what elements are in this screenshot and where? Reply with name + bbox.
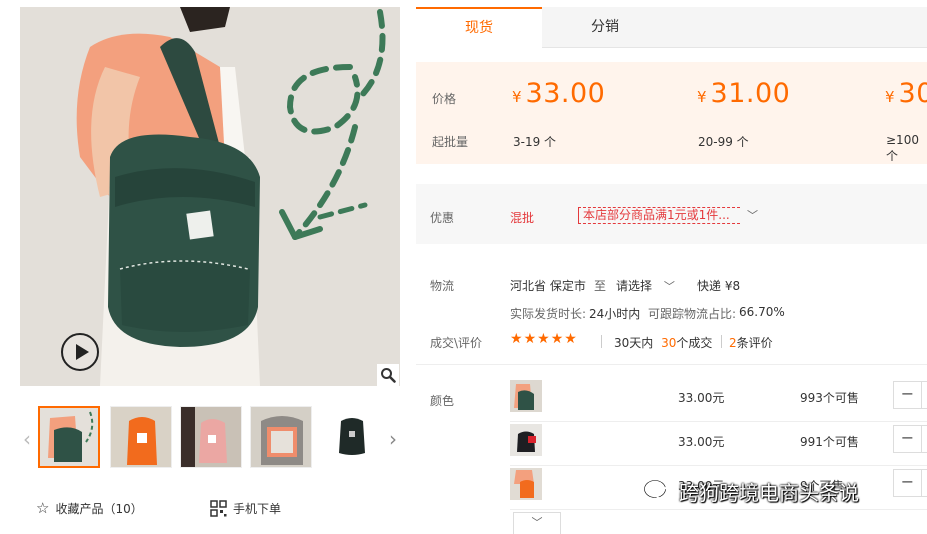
price-label: 价格 — [432, 92, 457, 106]
quantity-stepper: − — [893, 469, 927, 497]
thumbnail-3[interactable] — [180, 406, 242, 468]
thumbnail-5[interactable] — [320, 406, 382, 468]
price-tier-2: ¥ 31.00 — [697, 78, 790, 109]
deals-suffix: 个成交 — [676, 336, 713, 350]
sku-stock: 991个可售 — [800, 435, 859, 449]
star-icon: ★ — [537, 331, 551, 347]
promo-panel: 优惠 混批 本店部分商品满1元或1件... ﹀ — [416, 184, 927, 244]
thumbnail-4[interactable] — [250, 406, 312, 468]
bottom-actions: ☆ 收藏产品（10） 手机下单 — [36, 496, 396, 520]
tab-distribution[interactable]: 分销 — [542, 7, 668, 48]
thumb-next-arrow-icon[interactable]: › — [386, 428, 400, 450]
review-suffix: 条评价 — [736, 336, 773, 350]
chevron-down-icon: ﹀ — [663, 280, 675, 293]
mobile-order-label: 手机下单 — [233, 501, 282, 516]
promo-label: 优惠 — [430, 211, 455, 225]
divider — [721, 335, 722, 348]
sku-price: 33.00元 — [678, 435, 725, 449]
destination-value: 请选择 — [616, 279, 653, 293]
sku-row: 33.00元 993个可售 − — [510, 378, 927, 422]
destination-select[interactable]: 请选择 ﹀ — [616, 277, 675, 294]
price-tier-1: ¥ 33.00 — [512, 78, 605, 109]
play-video-button[interactable] — [61, 333, 99, 371]
price-tier-3: ¥ 30 — [885, 78, 927, 109]
main-product-image[interactable] — [20, 7, 400, 386]
quantity-stepper: − — [893, 381, 927, 409]
sku-stock: 993个可售 — [800, 391, 859, 405]
price-panel: 价格 起批量 ¥ 33.00 3-19 个 ¥ 31.00 20-99 个 ¥ … — [416, 62, 927, 164]
tier-qty: ≥100 个 — [886, 133, 919, 163]
thumbnail-2[interactable] — [110, 406, 172, 468]
deals-summary[interactable]: 30天内 30个成交 — [614, 334, 712, 351]
wechat-icon — [643, 479, 673, 501]
watermark-text: 跨狗跨境电商头条说 — [679, 480, 859, 505]
divider — [601, 335, 602, 348]
trace-value: 66.70% — [739, 305, 785, 319]
currency-symbol: ¥ — [697, 88, 707, 106]
quantity-stepper: − — [893, 425, 927, 453]
thumb-prev-arrow-icon[interactable]: ‹ — [20, 428, 34, 450]
magnifier-icon — [381, 368, 396, 383]
favorite-button[interactable]: ☆ 收藏产品（10） — [36, 496, 143, 520]
purchase-tabs: 现货 分销 — [416, 7, 927, 48]
currency-symbol: ¥ — [885, 88, 895, 106]
logistics-label: 物流 — [430, 279, 455, 293]
sku-thumbnail[interactable] — [510, 424, 542, 456]
to-label: 至 — [594, 279, 607, 293]
sku-price: 33.00元 — [678, 391, 725, 405]
rating-stars: ★★★★★ — [510, 331, 578, 347]
decrease-button[interactable]: − — [894, 470, 922, 496]
review-count: 2 — [729, 336, 737, 350]
tab-spot-goods[interactable]: 现货 — [416, 7, 542, 48]
sku-list: 颜色 33.00元 993个可售 − 33.00元 991个可售 − 33.00… — [416, 364, 927, 534]
tier-price: 31.00 — [710, 78, 791, 109]
qr-code-icon — [210, 499, 227, 517]
origin-location: 河北省 保定市 — [510, 279, 586, 293]
promo-text[interactable]: 本店部分商品满1元或1件... — [578, 207, 740, 224]
ship-time-value: 24小时内 — [589, 307, 641, 321]
expand-sku-button[interactable]: ﹀ — [513, 512, 561, 534]
decrease-button[interactable]: − — [894, 382, 922, 408]
trace-label: 可跟踪物流占比: — [648, 307, 737, 321]
reviews-label: 成交\评价 — [430, 336, 483, 350]
star-icon: ★ — [564, 331, 578, 347]
chevron-down-icon: ﹀ — [531, 516, 543, 529]
sku-row: 33.00元 991个可售 − — [510, 422, 927, 466]
deals-count: 30 — [661, 336, 677, 350]
chevron-down-icon[interactable]: ﹀ — [747, 207, 758, 223]
deals-period: 30天内 — [614, 336, 654, 350]
zoom-button[interactable] — [377, 364, 399, 386]
star-outline-icon: ☆ — [36, 499, 50, 517]
tier-price: 33.00 — [525, 78, 606, 109]
shipping-fee: 快递 ¥8 — [697, 279, 741, 293]
watermark: 跨狗跨境电商头条说 — [643, 474, 859, 508]
decrease-button[interactable]: − — [894, 426, 922, 452]
favorite-label: 收藏产品（10） — [55, 501, 143, 516]
star-icon: ★ — [523, 331, 538, 347]
product-photo — [20, 7, 400, 386]
mobile-order-button[interactable]: 手机下单 — [210, 496, 281, 520]
thumbnail-1[interactable] — [38, 406, 100, 468]
review-summary[interactable]: 2条评价 — [729, 334, 773, 351]
tier-price: 30 — [898, 78, 927, 109]
star-icon: ★ — [550, 331, 565, 347]
tier-qty: 20-99 个 — [698, 135, 749, 149]
min-qty-label: 起批量 — [432, 135, 469, 149]
promo-tag: 混批 — [510, 211, 535, 225]
color-label: 颜色 — [430, 394, 455, 408]
thumbnail-strip: ‹ › — [20, 404, 402, 470]
sku-thumbnail[interactable] — [510, 468, 542, 500]
ship-time-label: 实际发货时长: — [510, 307, 587, 321]
tier-qty: 3-19 个 — [513, 135, 557, 149]
sku-thumbnail[interactable] — [510, 380, 542, 412]
star-icon: ★ — [510, 331, 524, 347]
currency-symbol: ¥ — [512, 88, 522, 106]
